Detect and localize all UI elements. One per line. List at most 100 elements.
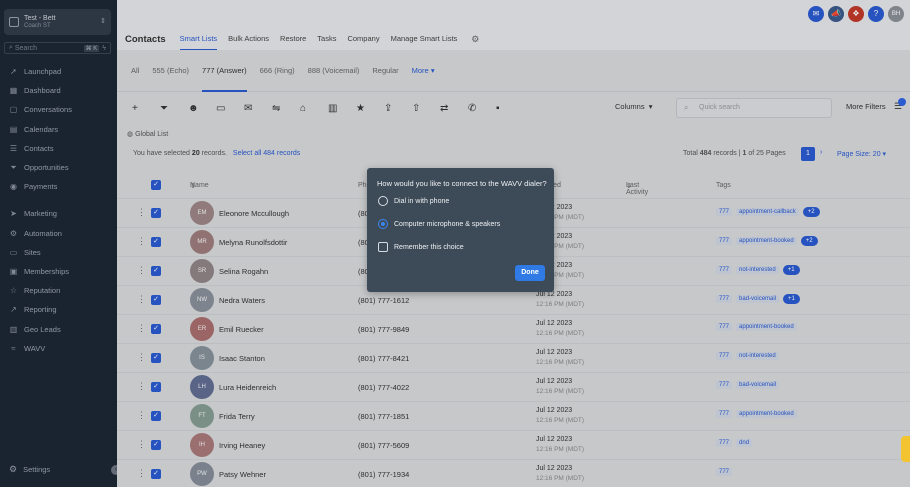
sidebar-item-payments[interactable]: ◉ Payments <box>0 177 117 196</box>
radio-button[interactable] <box>378 196 388 206</box>
contact-name[interactable]: Frida Terry <box>219 412 255 421</box>
contact-name[interactable]: Nedra Waters <box>219 296 265 305</box>
row-checkbox[interactable]: ✓ <box>151 295 161 305</box>
tab-smart-list[interactable]: Regular <box>372 50 398 92</box>
dialer-icon[interactable]: ⇄ <box>440 103 468 114</box>
subnav-company[interactable]: Company <box>347 28 379 50</box>
columns-button[interactable]: Columns ▾ <box>615 102 653 111</box>
contact-name[interactable]: Isaac Stanton <box>219 354 265 363</box>
floating-help-tab[interactable] <box>901 436 910 462</box>
column-header-name[interactable]: Name ⇕ <box>190 182 209 190</box>
row-menu-icon[interactable]: ⋮ <box>137 294 146 305</box>
columns-toggle-indicator[interactable] <box>898 98 906 106</box>
location-switcher[interactable]: Test - Bett Coach ST ⇕ <box>4 9 111 35</box>
sidebar-item-dashboard[interactable]: ▦ Dashboard <box>0 81 117 100</box>
sidebar-item-opportunities[interactable]: ⏷ Opportunities <box>0 158 117 177</box>
subnav-manage-smart-lists[interactable]: Manage Smart Lists <box>391 28 458 50</box>
message-square-icon[interactable]: ▪ <box>496 103 524 114</box>
row-checkbox[interactable]: ✓ <box>151 237 161 247</box>
contact-name[interactable]: Emil Ruecker <box>219 325 264 334</box>
row-checkbox[interactable]: ✓ <box>151 469 161 479</box>
row-menu-icon[interactable]: ⋮ <box>137 410 146 421</box>
next-page-icon[interactable]: › <box>820 149 822 156</box>
sidebar-item-sites[interactable]: ▭ Sites <box>0 243 117 262</box>
more-tags-badge[interactable]: +2 <box>802 207 820 217</box>
column-header-last-activity[interactable]: Last Activity ⇕ <box>626 182 648 196</box>
current-page-button[interactable]: 1 <box>801 147 815 161</box>
tab-smart-list[interactable]: 888 (Voicemail) <box>308 50 360 92</box>
bolt-icon[interactable]: ϟ <box>102 45 106 52</box>
row-menu-icon[interactable]: ⋮ <box>137 352 146 363</box>
sidebar-search[interactable]: ⌕ Search ⌘ K ϟ <box>4 42 111 54</box>
sidebar-item-launchpad[interactable]: ➚ Launchpad <box>0 62 117 81</box>
contact-name[interactable]: Irving Heaney <box>219 441 265 450</box>
select-all-checkbox[interactable]: ✓ <box>151 180 161 190</box>
row-menu-icon[interactable]: ⋮ <box>137 323 146 334</box>
row-menu-icon[interactable]: ⋮ <box>137 439 146 450</box>
sidebar-item-contacts[interactable]: ☰ Contacts <box>0 139 117 158</box>
contact-name[interactable]: Selina Rogahn <box>219 267 268 276</box>
done-button[interactable]: Done <box>515 265 545 281</box>
table-row[interactable]: ⋮ ✓ IH Irving Heaney (801) 777-5609 Jul 12 20… <box>117 430 910 459</box>
call-merge-icon[interactable]: ⇋ <box>272 103 300 114</box>
table-row[interactable]: ⋮ ✓ FT Frida Terry (801) 777-1851 Jul 12 2023… <box>117 401 910 430</box>
row-checkbox[interactable]: ✓ <box>151 324 161 334</box>
row-menu-icon[interactable]: ⋮ <box>137 207 146 218</box>
row-checkbox[interactable]: ✓ <box>151 266 161 276</box>
subnav-tasks[interactable]: Tasks <box>317 28 336 50</box>
subnav-smart-lists[interactable]: Smart Lists <box>179 28 218 50</box>
sidebar-item-reputation[interactable]: ☆ Reputation <box>0 281 117 300</box>
row-checkbox[interactable]: ✓ <box>151 353 161 363</box>
contact-name[interactable]: Eleonore Mccullough <box>219 209 289 218</box>
row-checkbox[interactable]: ✓ <box>151 411 161 421</box>
row-checkbox[interactable]: ✓ <box>151 440 161 450</box>
message-icon[interactable]: ✉ <box>808 6 824 22</box>
sidebar-item-reporting[interactable]: ↗ Reporting <box>0 300 117 319</box>
more-tags-badge[interactable]: +2 <box>800 236 818 246</box>
tag-add-icon[interactable]: ⌂ <box>300 103 328 114</box>
star-icon[interactable]: ★ <box>356 103 384 114</box>
column-header-tags[interactable]: Tags <box>716 182 731 189</box>
more-filters-button[interactable]: More Filters <box>846 102 886 111</box>
quick-search-input[interactable]: ⌕ Quick search <box>676 98 832 118</box>
sidebar-item-memberships[interactable]: ▣ Memberships <box>0 262 117 281</box>
more-tags-badge[interactable]: +1 <box>783 294 800 304</box>
sidebar-item-automation[interactable]: ⚙ Automation <box>0 224 117 243</box>
sms-icon[interactable]: ▭ <box>216 103 244 114</box>
more-tags-badge[interactable]: +1 <box>782 265 800 275</box>
remember-choice-option[interactable]: Remember this choice <box>378 242 464 252</box>
contact-name[interactable]: Melyna Runolfsdottir <box>219 238 287 247</box>
robot-icon[interactable]: ☻ <box>188 103 216 114</box>
filter-icon[interactable]: ⏷ <box>160 103 188 114</box>
tab-smart-list[interactable]: 666 (Ring) <box>260 50 295 92</box>
table-row[interactable]: ⋮ ✓ IS Isaac Stanton (801) 777-8421 Jul 12 20… <box>117 343 910 372</box>
row-menu-icon[interactable]: ⋮ <box>137 381 146 392</box>
table-row[interactable]: ⋮ ✓ PW Patsy Wehner (801) 777-1934 Jul 12 202… <box>117 459 910 487</box>
sidebar-item-geo-leads[interactable]: ▥ Geo Leads <box>0 319 117 338</box>
subnav-restore[interactable]: Restore <box>280 28 306 50</box>
computer-audio-option[interactable]: Computer microphone & speakers <box>378 219 500 229</box>
radio-button-selected[interactable] <box>378 219 388 229</box>
export-icon[interactable]: ⇧ <box>412 103 440 114</box>
delete-icon[interactable]: ▥ <box>328 103 356 114</box>
table-row[interactable]: ⋮ ✓ ER Emil Ruecker (801) 777-9849 Jul 12 202… <box>117 314 910 343</box>
table-row[interactable]: ⋮ ✓ LH Lura Heidenreich (801) 777-4022 Jul 12… <box>117 372 910 401</box>
tab-smart-list[interactable]: All <box>131 50 139 92</box>
tab-smart-list[interactable]: 555 (Echo) <box>152 50 189 92</box>
help-icon[interactable]: ? <box>868 6 884 22</box>
row-menu-icon[interactable]: ⋮ <box>137 265 146 276</box>
remember-checkbox[interactable] <box>378 242 388 252</box>
settings-icon[interactable]: ⚙ <box>471 34 479 45</box>
megaphone-icon[interactable]: 📣 <box>828 6 844 22</box>
tab-smart-list[interactable]: 777 (Answer) <box>202 50 247 92</box>
contact-name[interactable]: Patsy Wehner <box>219 470 266 479</box>
sidebar-item-wavv[interactable]: ≈ WAVV <box>0 339 117 358</box>
contact-name[interactable]: Lura Heidenreich <box>219 383 276 392</box>
row-checkbox[interactable]: ✓ <box>151 382 161 392</box>
upload-icon[interactable]: ⇪ <box>384 103 412 114</box>
sidebar-item-marketing[interactable]: ➤ Marketing <box>0 204 117 223</box>
row-menu-icon[interactable]: ⋮ <box>137 468 146 479</box>
row-checkbox[interactable]: ✓ <box>151 208 161 218</box>
sidebar-item-calendars[interactable]: ▤ Calendars <box>0 120 117 139</box>
subnav-bulk-actions[interactable]: Bulk Actions <box>228 28 269 50</box>
